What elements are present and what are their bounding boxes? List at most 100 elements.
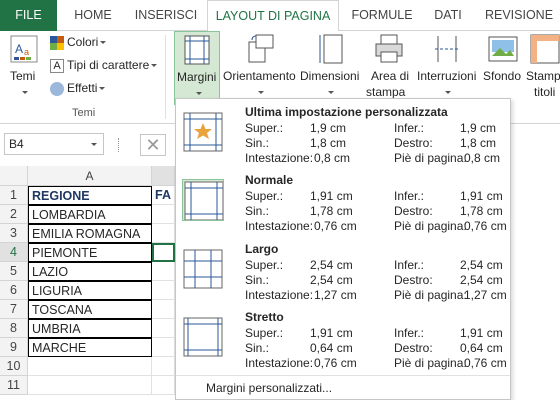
tab-inserisci[interactable]: INSERISCI	[128, 0, 204, 31]
area-line2: stampa	[366, 85, 406, 99]
option-title: Stretto	[245, 310, 284, 324]
effects-icon	[50, 81, 64, 96]
value-super: 1,9 cm	[310, 121, 347, 135]
margin-option-normale[interactable]: Normale Super.: 1,91 cm Infer.: 1,91 cm …	[177, 169, 509, 237]
colori-button[interactable]: Colori	[50, 35, 107, 50]
margin-option-last-custom[interactable]: Ultima impostazione personalizzata Super…	[177, 101, 509, 169]
value-super: 1,91 cm	[310, 189, 353, 203]
tipi-carattere-button[interactable]: A Tipi di carattere	[50, 58, 158, 73]
dimensioni-button[interactable]: Dimensioni	[298, 31, 364, 105]
cancel-icon[interactable]: ✕	[140, 134, 166, 156]
option-title: Normale	[245, 173, 294, 187]
row-header[interactable]: 5	[0, 262, 28, 281]
tab-layout-di-pagina[interactable]: LAYOUT DI PAGINA	[207, 0, 339, 32]
tab-home[interactable]: HOME	[62, 0, 124, 31]
interruzioni-button[interactable]: Interruzioni	[414, 31, 482, 105]
tab-file[interactable]: FILE	[0, 0, 57, 31]
cell-a9[interactable]: MARCHE	[28, 338, 152, 357]
cell-b8[interactable]	[152, 319, 175, 338]
effetti-button[interactable]: Effetti	[50, 81, 106, 96]
orientamento-button[interactable]: Orientamento	[222, 31, 298, 105]
cell-a4[interactable]: PIEMONTE	[28, 243, 152, 262]
row-header[interactable]: 10	[0, 357, 28, 376]
row-header[interactable]: 4	[0, 243, 28, 262]
cell-b5[interactable]	[152, 262, 175, 281]
cell-a8[interactable]: UMBRIA	[28, 319, 152, 338]
row-header[interactable]: 11	[0, 376, 28, 395]
temi-button[interactable]: A a Temi	[4, 31, 44, 105]
value-pie-di-pagina: 0,8 cm	[464, 151, 501, 165]
margini-personalizzati-item[interactable]: Margini personalizzati...	[206, 381, 332, 395]
select-all-corner[interactable]	[0, 166, 28, 186]
chevron-down-icon	[443, 85, 451, 99]
value-destro: 1,8 cm	[460, 136, 497, 150]
margin-option-stretto[interactable]: Stretto Super.: 1,91 cm Infer.: 1,91 cm …	[177, 306, 509, 374]
print-titles-icon	[530, 34, 560, 64]
cell-b9[interactable]	[152, 338, 175, 357]
svg-text:A: A	[15, 42, 23, 56]
cell-a1[interactable]: REGIONE	[28, 186, 152, 205]
name-box[interactable]: B4	[4, 133, 104, 155]
themes-icon: A a	[10, 35, 38, 63]
cell-a3[interactable]: EMILIA ROMAGNA	[28, 224, 152, 243]
cell-b10[interactable]	[152, 357, 175, 376]
cell-a10[interactable]	[28, 357, 152, 376]
cell-a11[interactable]	[28, 376, 152, 395]
label-sin: Sin.:	[245, 273, 270, 287]
row-header[interactable]: 8	[0, 319, 28, 338]
area-di-stampa-button[interactable]: Area di stampa	[366, 31, 414, 105]
tab-dati[interactable]: DATI	[425, 0, 471, 31]
cell-b6[interactable]	[152, 281, 175, 300]
cell-b1[interactable]: FA	[152, 186, 175, 205]
margins-icon	[184, 35, 210, 65]
row-header[interactable]: 6	[0, 281, 28, 300]
worksheet-grid: A 1 2 3 4 5 6 7 8 9 10 11 REGIONE LOMBAR…	[0, 166, 175, 400]
cell-b3[interactable]	[152, 224, 175, 243]
cell-a5[interactable]: LAZIO	[28, 262, 152, 281]
cell-b4-active[interactable]	[152, 243, 175, 262]
value-destro: 0,64 cm	[460, 341, 503, 355]
label-infer: Infer.:	[394, 326, 425, 340]
margini-button[interactable]: Margini	[174, 31, 220, 105]
cell-b2[interactable]	[152, 205, 175, 224]
stampa-titoli-button[interactable]: Stamp titoli	[526, 31, 560, 105]
value-pie-di-pagina: 0,76 cm	[464, 219, 507, 233]
margini-label: Margini	[177, 70, 217, 84]
column-header-b[interactable]	[152, 166, 175, 186]
label-destro: Destro:	[394, 204, 433, 218]
menu-divider	[176, 375, 510, 376]
row-header[interactable]: 2	[0, 205, 28, 224]
tab-revisione[interactable]: REVISIONE	[478, 0, 560, 31]
stampa-line2: titoli	[534, 85, 556, 99]
value-infer: 1,91 cm	[460, 326, 503, 340]
cell-a7[interactable]: TOSCANA	[28, 300, 152, 319]
resize-handle[interactable]	[118, 138, 121, 152]
option-title: Ultima impostazione personalizzata	[245, 105, 448, 119]
value-sin: 1,8 cm	[310, 136, 347, 150]
orientamento-label: Orientamento	[223, 69, 296, 83]
row-header[interactable]: 9	[0, 338, 28, 357]
margin-option-largo[interactable]: Largo Super.: 2,54 cm Infer.: 2,54 cm Si…	[177, 238, 509, 306]
row-header[interactable]: 7	[0, 300, 28, 319]
margini-dropdown: Ultima impostazione personalizzata Super…	[175, 98, 511, 400]
label-destro: Destro:	[394, 273, 433, 287]
cell-b7[interactable]	[152, 300, 175, 319]
label-sin: Sin.:	[245, 341, 270, 355]
group-label-temi: Temi	[72, 107, 96, 119]
cell-a6[interactable]: LIGURIA	[28, 281, 152, 300]
sfondo-button[interactable]: Sfondo	[482, 31, 524, 105]
chevron-down-icon	[326, 85, 334, 99]
row-header[interactable]: 3	[0, 224, 28, 243]
stampa-line1: Stamp	[526, 69, 560, 83]
row-header[interactable]: 1	[0, 186, 28, 205]
column-header-a[interactable]: A	[28, 166, 152, 186]
label-intestazione: Intestazione:	[245, 219, 314, 233]
value-super: 1,91 cm	[310, 326, 353, 340]
label-pie-di-pagina: Piè di pagina:	[394, 151, 467, 165]
breaks-icon	[435, 36, 459, 62]
cell-b11[interactable]	[152, 376, 175, 395]
cell-a2[interactable]: LOMBARDIA	[28, 205, 152, 224]
wide-margin-icon	[183, 249, 223, 289]
tab-formule[interactable]: FORMULE	[343, 0, 421, 31]
tipi-label: Tipi di carattere	[67, 58, 150, 72]
